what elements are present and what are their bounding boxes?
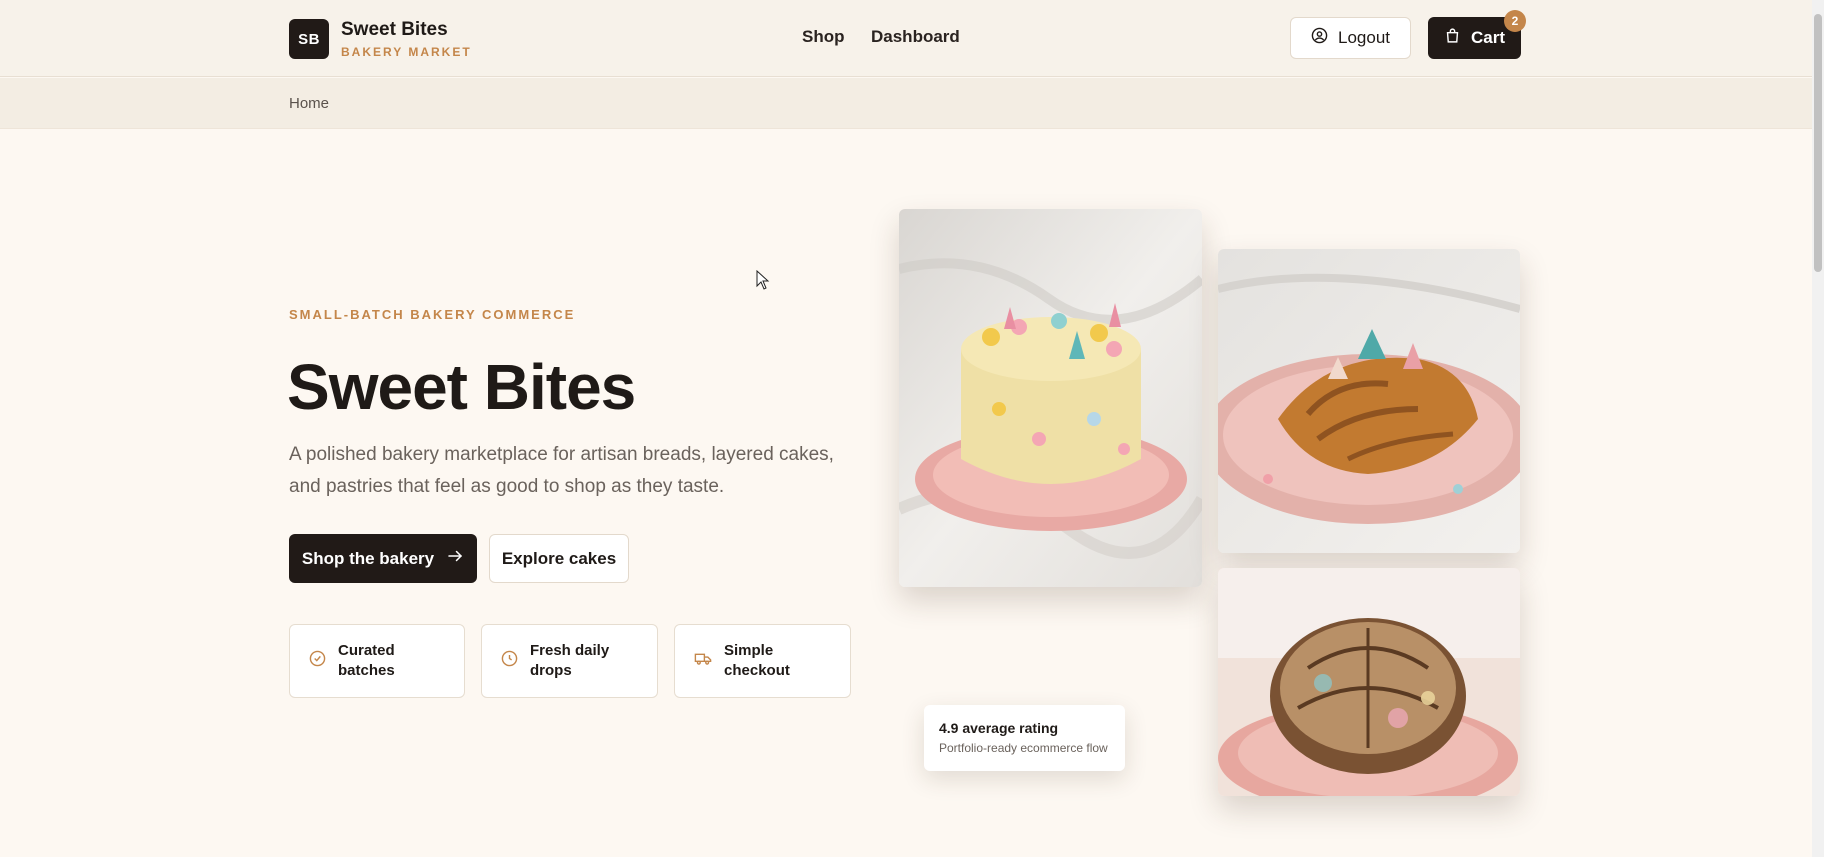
cart-label: Cart [1470,28,1505,47]
logo-mark[interactable]: SB [289,19,329,59]
feature-label: Curated batches [338,642,395,679]
nav-link-shop[interactable]: Shop [802,27,845,47]
shop-the-bakery-label: Shop the bakery [301,548,435,568]
arrow-right-icon [446,547,464,570]
hero-title: Sweet Bites [287,351,636,423]
scrollbar-thumb[interactable] [1814,14,1822,272]
feature-label: Fresh daily drops [530,642,610,679]
brand-subtitle: BAKERY MARKET [341,45,472,59]
logout-button[interactable]: Logout [1290,17,1411,59]
cake-photo [899,209,1202,587]
breadcrumb: Home [0,78,1812,129]
nav-link-dashboard[interactable]: Dashboard [871,27,960,47]
truck-icon [694,650,712,673]
check-circle-icon [309,650,326,673]
feature-simple-checkout: Simple checkout [674,624,851,698]
breadcrumb-home[interactable]: Home [289,95,329,112]
clock-icon [501,650,518,673]
rating-title: 4.9 average rating [939,720,1059,736]
page: SB Sweet Bites BAKERY MARKET Shop Dashbo… [0,0,1812,857]
shop-the-bakery-button[interactable]: Shop the bakery [289,534,477,583]
cart-count-badge: 2 [1504,10,1526,32]
shopping-bag-icon [1444,27,1461,49]
page-scrollbar[interactable] [1812,0,1824,857]
user-circle-icon [1311,27,1328,49]
croissant-photo [1218,249,1520,553]
feature-label: Simple checkout [724,642,790,679]
feature-curated-batches: Curated batches [289,624,465,698]
explore-cakes-button[interactable]: Explore cakes [489,534,629,583]
logout-label: Logout [1338,28,1390,47]
rating-subtitle: Portfolio-ready ecommerce flow [939,741,1108,755]
hero-description: A polished bakery marketplace for artisa… [289,444,834,497]
rating-card: 4.9 average rating Portfolio-ready ecomm… [924,705,1125,771]
feature-fresh-daily-drops: Fresh daily drops [481,624,658,698]
hero-eyebrow: SMALL-BATCH BAKERY COMMERCE [289,307,576,322]
brand-name[interactable]: Sweet Bites [341,19,448,41]
sourdough-photo [1218,568,1520,796]
mouse-cursor-icon [756,269,770,295]
top-navigation: SB Sweet Bites BAKERY MARKET Shop Dashbo… [0,0,1812,77]
